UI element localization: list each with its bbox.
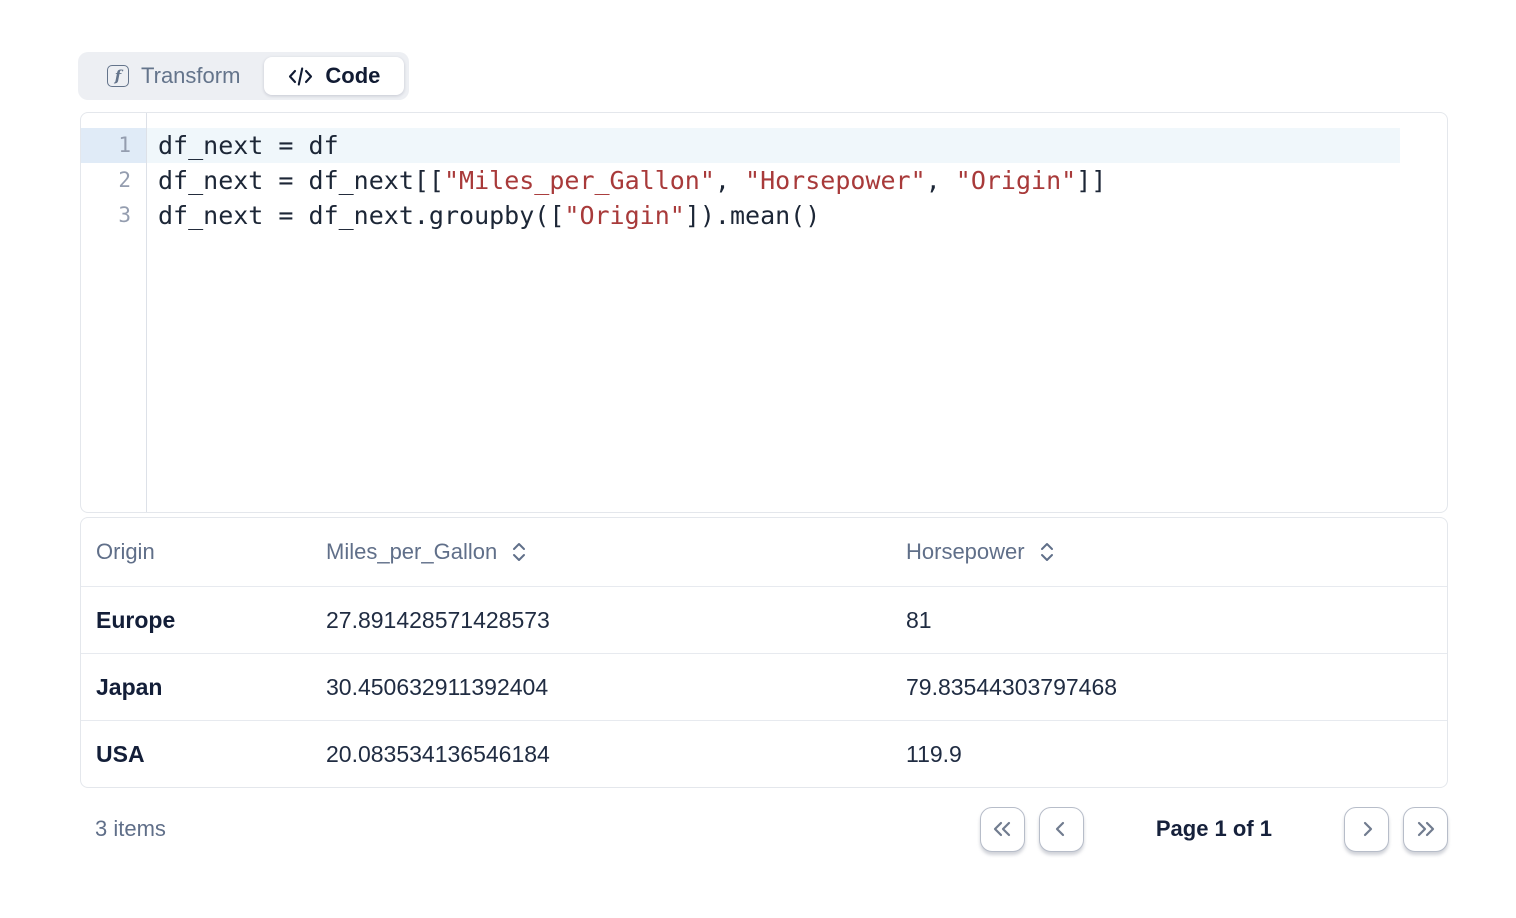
editor-gutter: 1 2 3 — [81, 113, 147, 512]
code-text: , — [926, 166, 956, 195]
string-token: "Origin" — [956, 166, 1076, 195]
string-token: "Miles_per_Gallon" — [444, 166, 715, 195]
line-number: 1 — [81, 128, 146, 163]
cell-horsepower: 119.9 — [891, 741, 1447, 768]
cell-horsepower: 79.83544303797468 — [891, 674, 1447, 701]
tab-transform[interactable]: f Transform — [83, 57, 264, 95]
code-line-2: df_next = df_next[["Miles_per_Gallon", "… — [147, 163, 1447, 198]
code-line-3: df_next = df_next.groupby(["Origin"]).me… — [147, 198, 1447, 233]
chevron-right-icon — [1355, 817, 1379, 841]
cell-origin: USA — [81, 741, 311, 768]
sort-icon[interactable] — [1039, 541, 1055, 563]
column-header-miles-per-gallon[interactable]: Miles_per_Gallon — [311, 539, 891, 565]
column-header-horsepower[interactable]: Horsepower — [891, 539, 1447, 565]
items-count: 3 items — [80, 816, 166, 842]
cell-horsepower: 81 — [891, 607, 1447, 634]
code-editor[interactable]: 1 2 3 df_next = df df_next = df_next[["M… — [80, 112, 1448, 513]
tab-code-label: Code — [325, 63, 380, 89]
code-text: df_next = df_next[[ — [158, 166, 444, 195]
table-row: Europe 27.891428571428573 81 — [81, 586, 1447, 653]
page-status: Page 1 of 1 — [1156, 816, 1272, 842]
view-tabs: f Transform Code — [78, 52, 409, 100]
string-token: "Horsepower" — [745, 166, 926, 195]
line-number: 3 — [81, 198, 146, 233]
line-number: 2 — [81, 163, 146, 198]
next-page-button[interactable] — [1344, 807, 1389, 852]
cell-origin: Japan — [81, 674, 311, 701]
table-row: USA 20.083534136546184 119.9 — [81, 720, 1447, 787]
chevrons-left-icon — [990, 817, 1014, 841]
table-header-row: Origin Miles_per_Gallon Horsepower — [81, 518, 1447, 586]
table-footer: 3 items Page 1 of 1 — [80, 788, 1448, 870]
column-label: Horsepower — [906, 539, 1025, 565]
code-text: df_next = df_next.groupby([ — [158, 201, 564, 230]
code-line-1: df_next = df — [147, 128, 1400, 163]
previous-page-button[interactable] — [1039, 807, 1084, 852]
sort-icon[interactable] — [511, 541, 527, 563]
first-page-button[interactable] — [980, 807, 1025, 852]
chevrons-right-icon — [1414, 817, 1438, 841]
dataframe-widget: f Transform Code 1 2 3 df_next = df df_n… — [0, 0, 1516, 918]
editor-code-area[interactable]: df_next = df df_next = df_next[["Miles_p… — [147, 113, 1447, 512]
table-row: Japan 30.450632911392404 79.835443037974… — [81, 653, 1447, 720]
function-icon: f — [107, 65, 129, 87]
code-text: ]).mean() — [685, 201, 820, 230]
result-table: Origin Miles_per_Gallon Horsepower — [80, 517, 1448, 788]
cell-origin: Europe — [81, 607, 311, 634]
tab-transform-label: Transform — [141, 63, 240, 89]
column-label: Origin — [96, 539, 155, 565]
last-page-button[interactable] — [1403, 807, 1448, 852]
code-icon — [288, 66, 313, 87]
cell-miles-per-gallon: 30.450632911392404 — [311, 674, 891, 701]
cell-miles-per-gallon: 27.891428571428573 — [311, 607, 891, 634]
code-text: df_next = df — [158, 131, 339, 160]
tab-code[interactable]: Code — [264, 57, 404, 95]
column-label: Miles_per_Gallon — [326, 539, 497, 565]
pagination: Page 1 of 1 — [980, 807, 1448, 852]
column-header-origin: Origin — [81, 539, 311, 565]
string-token: "Origin" — [564, 201, 684, 230]
cell-miles-per-gallon: 20.083534136546184 — [311, 741, 891, 768]
chevron-left-icon — [1049, 817, 1073, 841]
code-text: ]] — [1076, 166, 1106, 195]
code-text: , — [715, 166, 745, 195]
